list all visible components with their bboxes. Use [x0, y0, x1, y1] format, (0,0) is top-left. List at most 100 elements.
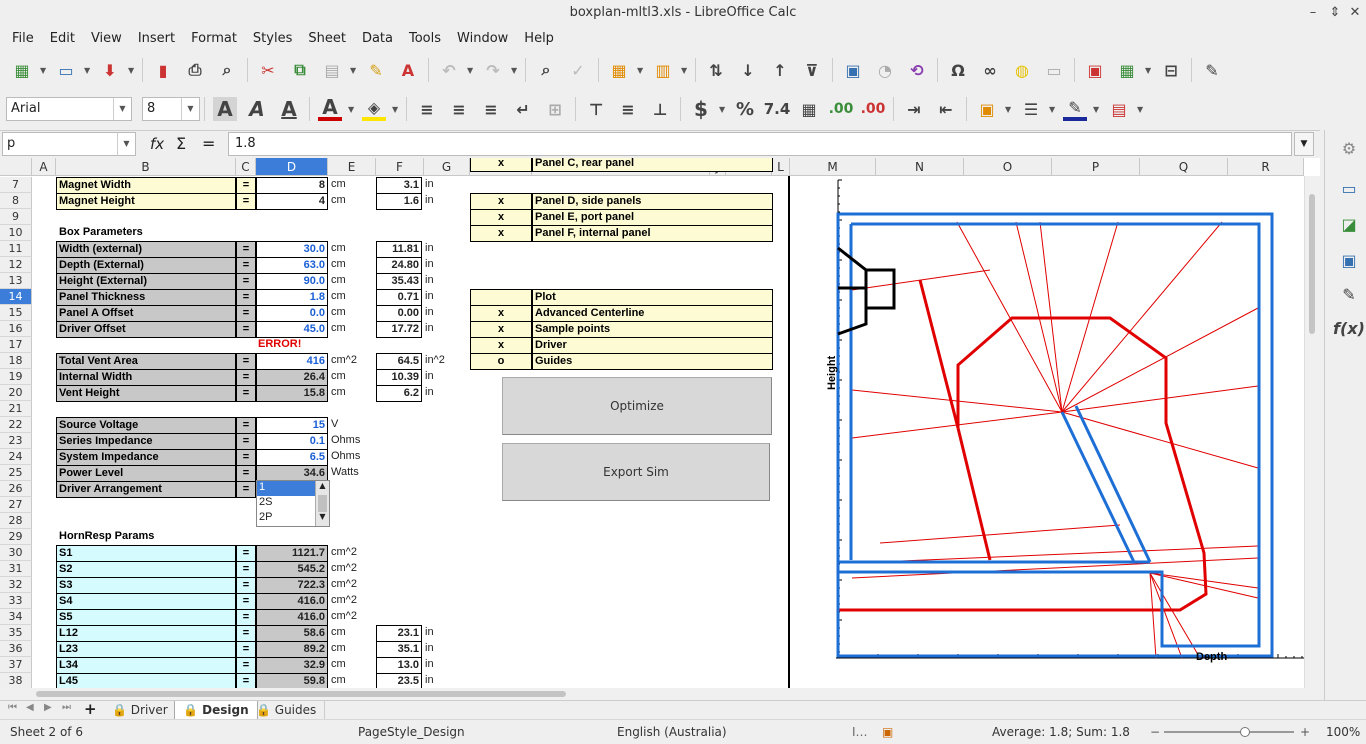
prev-sheet-icon[interactable]: ◀ — [26, 702, 34, 713]
add-decimal-icon[interactable]: .00 — [829, 97, 854, 121]
open-dropdown-icon[interactable]: ▼ — [84, 66, 92, 75]
redo-dropdown-icon[interactable]: ▼ — [511, 66, 519, 75]
print-icon[interactable]: ⎙ — [183, 58, 207, 82]
new-dropdown-icon[interactable]: ▼ — [40, 66, 48, 75]
align-center-icon[interactable]: ≡ — [447, 97, 471, 121]
scroll-thumb[interactable] — [1309, 194, 1315, 334]
font-size-box[interactable]: 8 ▼ — [142, 97, 200, 121]
freeze-dropdown-icon[interactable]: ▼ — [1145, 66, 1153, 75]
align-right-icon[interactable]: ≡ — [479, 97, 503, 121]
paste-icon[interactable]: ▤ — [320, 58, 344, 82]
zoom-in-icon[interactable]: + — [1300, 720, 1310, 744]
menu-styles[interactable]: Styles — [245, 31, 300, 46]
highlight-color-icon[interactable]: ◈ — [362, 97, 386, 121]
insert-image-icon[interactable]: ▣ — [841, 58, 865, 82]
selection-mode-icon[interactable]: I… — [852, 720, 868, 744]
highlight-dropdown-icon[interactable]: ▼ — [392, 105, 400, 114]
menu-insert[interactable]: Insert — [130, 31, 183, 46]
function-wizard-icon[interactable]: fx — [150, 135, 164, 153]
column-icon[interactable]: ▥ — [651, 58, 675, 82]
font-color-icon[interactable]: A — [318, 95, 342, 121]
define-print-area-icon[interactable]: ▣ — [1083, 58, 1107, 82]
freeze-rows-icon[interactable]: ▦ — [1115, 58, 1139, 82]
page-style[interactable]: PageStyle_Design — [358, 720, 465, 744]
decrease-indent-icon[interactable]: ⇤ — [934, 97, 958, 121]
zoom-slider[interactable] — [1164, 731, 1294, 733]
row-icon[interactable]: ▦ — [607, 58, 631, 82]
spreadsheet-grid[interactable]: ABCDEFGHIJKLMNOPQR 789101112131415161718… — [0, 158, 1320, 688]
functions-icon[interactable]: f(x) — [1333, 316, 1365, 340]
align-left-icon[interactable]: ≡ — [415, 97, 439, 121]
date-format-icon[interactable]: ▦ — [797, 97, 821, 121]
menu-window[interactable]: Window — [449, 31, 516, 46]
first-sheet-icon[interactable]: ⏮ — [8, 702, 17, 713]
sort-descending-icon[interactable]: ↑ — [768, 58, 792, 82]
redo-icon[interactable]: ↷ — [481, 58, 505, 82]
add-sheet-icon[interactable]: + — [84, 700, 97, 718]
print-preview-icon[interactable]: ⌕ — [215, 58, 239, 82]
cut-icon[interactable]: ✂ — [256, 58, 280, 82]
border-style-icon[interactable]: ☰ — [1019, 97, 1043, 121]
close-icon[interactable]: ✕ — [1346, 4, 1364, 22]
maximize-icon[interactable]: ⇕ — [1326, 4, 1344, 22]
scroll-thumb[interactable] — [36, 691, 566, 697]
properties-icon[interactable]: ▭ — [1337, 176, 1361, 200]
save-icon[interactable]: ⬇ — [98, 58, 122, 82]
clone-formatting-icon[interactable]: ✎ — [364, 58, 388, 82]
pivot-table-icon[interactable]: ⟲ — [905, 58, 929, 82]
paste-dropdown-icon[interactable]: ▼ — [350, 66, 358, 75]
export-pdf-icon[interactable]: ▮ — [151, 58, 175, 82]
horizontal-scrollbar[interactable] — [0, 688, 1320, 700]
percent-icon[interactable]: % — [733, 97, 757, 121]
conditional-dropdown-icon[interactable]: ▼ — [1137, 105, 1145, 114]
gear-icon[interactable]: ⚙ — [1337, 136, 1361, 160]
sort-icon[interactable]: ⇅ — [704, 58, 728, 82]
zoom-out-icon[interactable]: − — [1150, 720, 1160, 744]
autofilter-icon[interactable]: ⊽ — [800, 58, 824, 82]
zoom-level[interactable]: 100% — [1326, 720, 1360, 744]
new-document-icon[interactable]: ▦ — [10, 58, 34, 82]
menu-format[interactable]: Format — [183, 31, 245, 46]
spelling-icon[interactable]: ✓ — [566, 58, 590, 82]
align-bottom-icon[interactable]: ⊥ — [648, 97, 672, 121]
menu-data[interactable]: Data — [354, 31, 401, 46]
minimize-icon[interactable]: – — [1304, 4, 1322, 22]
undo-dropdown-icon[interactable]: ▼ — [467, 66, 475, 75]
menu-file[interactable]: File — [4, 31, 42, 46]
last-sheet-icon[interactable]: ⏭ — [62, 702, 71, 713]
next-sheet-icon[interactable]: ▶ — [44, 702, 52, 713]
wrap-text-icon[interactable]: ↵ — [511, 97, 535, 121]
chevron-down-icon[interactable]: ▼ — [113, 98, 131, 120]
formula-input[interactable]: 1.8 — [228, 132, 1292, 156]
column-dropdown-icon[interactable]: ▼ — [681, 66, 689, 75]
borders-dropdown-icon[interactable]: ▼ — [1005, 105, 1013, 114]
special-character-icon[interactable]: Ω — [946, 58, 970, 82]
insert-chart-icon[interactable]: ◔ — [873, 58, 897, 82]
borders-icon[interactable]: ▣ — [975, 97, 999, 121]
tab-guides[interactable]: 🔒 Guides — [248, 701, 326, 719]
border-style-dropdown-icon[interactable]: ▼ — [1049, 105, 1057, 114]
undo-icon[interactable]: ↶ — [437, 58, 461, 82]
number-format-icon[interactable]: 7.4 — [764, 97, 791, 121]
split-window-icon[interactable]: ⊟ — [1159, 58, 1183, 82]
underline-icon[interactable]: A — [277, 97, 301, 121]
document-modified-icon[interactable]: ▣ — [882, 720, 893, 744]
zoom-slider-thumb[interactable] — [1240, 727, 1250, 737]
show-draw-functions-icon[interactable]: ✎ — [1200, 58, 1224, 82]
delete-decimal-icon[interactable]: .00 — [861, 97, 886, 121]
save-dropdown-icon[interactable]: ▼ — [128, 66, 136, 75]
chevron-down-icon[interactable]: ▼ — [117, 133, 135, 155]
sum-icon[interactable]: Σ — [176, 134, 186, 153]
conditional-format-icon[interactable]: ▤ — [1107, 97, 1131, 121]
sort-ascending-icon[interactable]: ↓ — [736, 58, 760, 82]
language[interactable]: English (Australia) — [617, 720, 727, 744]
border-color-dropdown-icon[interactable]: ▼ — [1093, 105, 1101, 114]
tab-driver[interactable]: 🔒 Driver — [104, 701, 177, 719]
currency-icon[interactable]: $ — [689, 97, 713, 121]
copy-icon[interactable]: ⧉ — [288, 58, 312, 82]
align-middle-icon[interactable]: ≡ — [616, 97, 640, 121]
menu-view[interactable]: View — [83, 31, 130, 46]
open-folder-icon[interactable]: ▭ — [54, 58, 78, 82]
formula-icon[interactable]: = — [202, 134, 215, 153]
menu-edit[interactable]: Edit — [42, 31, 83, 46]
